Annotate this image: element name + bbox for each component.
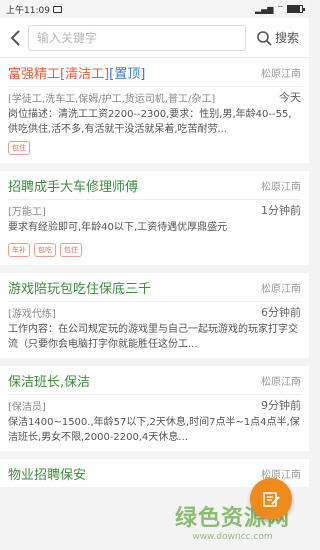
job-location: 松原江南 — [261, 283, 301, 295]
badge-housing: 包住 — [8, 141, 30, 155]
job-description: 岗位描述：清洗工工资2200--2300,要求：性别,男,年龄40--55,供吃… — [8, 109, 292, 135]
job-description: 要求有经验即可,年龄40以下,工资待遇优厚鼎盛元 — [8, 222, 228, 233]
job-category: [保洁员] — [8, 401, 46, 413]
search-button[interactable]: 搜索 — [256, 29, 299, 46]
job-item[interactable]: 保洁班长,保洁 松原江南 [保洁员] 9分钟前 保洁1400~1500.,年龄5… — [0, 366, 309, 451]
job-title: 招聘成手大车修理师傅 — [8, 179, 139, 195]
job-time: 6分钟前 — [261, 306, 301, 319]
job-meta: [保洁员] 9分钟前 — [8, 395, 301, 415]
status-right: ▂▄▆ ⌔ — [255, 4, 305, 14]
job-badges: 包住 — [8, 137, 301, 163]
job-header: 富强精工[清洁工][置顶] 松原江南 — [8, 58, 301, 86]
status-bar: 上午11:09 ▂▄▆ ⌔ — [0, 0, 309, 18]
job-meta: [学徒工,洗车工,保姆/护工,货运司机,普工/杂工] 今天 — [8, 87, 301, 107]
job-item[interactable]: 招聘成手大车修理师傅 松原江南 [万能工] 1分钟前 要求有经验即可,年龄40以… — [0, 171, 309, 265]
status-time: 上午11:09 — [6, 5, 50, 16]
job-description: 工作内容：在公司规定玩的游戏里与自己一起玩游戏的玩家打字交流（只要你会电脑打字你… — [8, 324, 298, 350]
job-item[interactable]: 游戏陪玩包吃住保底三千 松原江南 [游戏代练] 6分钟前 工作内容：在公司规定玩… — [0, 273, 309, 358]
job-list: 富强精工[清洁工][置顶] 松原江南 [学徒工,洗车工,保姆/护工,货运司机,普… — [0, 58, 309, 495]
job-category: [游戏代练] — [8, 308, 56, 320]
job-meta: [万能工] 1分钟前 — [8, 200, 301, 220]
top-bar: 搜索 — [0, 18, 309, 58]
job-title: 物业招聘保安 — [8, 467, 87, 483]
battery-fill — [288, 6, 300, 12]
job-location: 松原江南 — [261, 68, 301, 80]
top-tag: [置顶] — [109, 66, 146, 82]
job-location: 松原江南 — [261, 376, 301, 388]
back-arrow-icon — [10, 29, 20, 46]
edit-icon — [263, 492, 280, 507]
job-time: 1分钟前 — [261, 204, 301, 217]
job-title: 富强精工[清洁工][置顶] — [8, 63, 145, 82]
job-tag: [清洁工] — [60, 66, 110, 82]
battery-icon — [287, 5, 305, 13]
job-description: 保洁1400~1500.,年龄57以下,2天休息,时间7点半~1点4点半,保洁班… — [8, 417, 300, 443]
badge-meals: 包吃 — [34, 243, 56, 257]
status-left: 上午11:09 — [6, 3, 62, 16]
job-meta: [游戏代练] 6分钟前 — [8, 302, 301, 322]
job-item[interactable]: 富强精工[清洁工][置顶] 松原江南 [学徒工,洗车工,保姆/护工,货运司机,普… — [0, 58, 309, 163]
job-location: 松原江南 — [261, 181, 301, 193]
badge-car: 车补 — [8, 243, 30, 257]
job-title: 保洁班长,保洁 — [8, 374, 91, 390]
job-title: 游戏陪玩包吃住保底三千 — [8, 281, 152, 297]
notification-icon — [52, 5, 62, 13]
badge-housing: 包住 — [60, 243, 82, 257]
job-category: [万能工] — [8, 206, 46, 218]
job-category: [学徒工,洗车工,保姆/护工,货运司机,普工/杂工] — [8, 93, 216, 105]
post-job-button[interactable] — [250, 478, 292, 520]
signal-icon: ▂▄▆ — [255, 4, 274, 14]
search-box[interactable] — [28, 24, 246, 51]
watermark-url: www.downcc.com — [192, 532, 273, 542]
back-button[interactable] — [4, 29, 26, 47]
job-header: 招聘成手大车修理师傅 松原江南 — [8, 171, 301, 199]
search-button-label: 搜索 — [275, 31, 300, 45]
job-header: 游戏陪玩包吃住保底三千 松原江南 — [8, 273, 301, 301]
search-icon — [257, 30, 272, 46]
job-time: 今天 — [279, 91, 301, 104]
job-time: 9分钟前 — [261, 399, 301, 412]
wifi-icon: ⌔ — [276, 4, 284, 13]
job-title-text: 富强精工 — [8, 66, 61, 82]
search-input[interactable] — [37, 30, 237, 45]
job-badges: 车补 包吃 包住 — [8, 239, 301, 265]
job-header: 保洁班长,保洁 松原江南 — [8, 366, 301, 394]
